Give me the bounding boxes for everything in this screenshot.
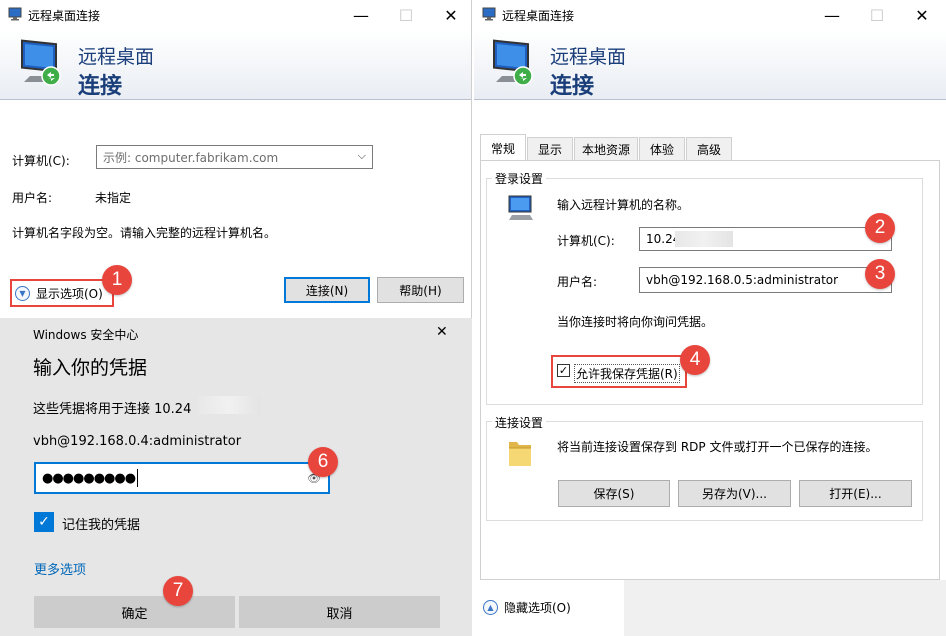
login-intro: 输入远程计算机的名称。 [557, 198, 690, 212]
save-button[interactable]: 保存(S) [558, 480, 670, 507]
text-cursor [137, 469, 139, 487]
right-window-title: 远程桌面连接 [502, 9, 575, 23]
left-title-bar: 远程桌面连接 — ☐ ✕ [0, 0, 471, 30]
cancel-button[interactable]: 取消 [239, 596, 440, 628]
security-title: 输入你的凭据 [33, 357, 148, 379]
right-username-label: 用户名: [557, 275, 598, 289]
tab-advanced[interactable]: 高级 [686, 137, 732, 160]
connection-settings-label: 连接设置 [492, 414, 547, 431]
remember-credentials-checkbox[interactable]: ✓ [34, 512, 54, 532]
login-settings-label: 登录设置 [492, 170, 547, 187]
maximize-icon: ☐ [869, 5, 885, 25]
annotation-badge-3: 3 [865, 259, 895, 289]
left-rdp-window: 远程桌面连接 — ☐ ✕ 远程桌面 连接 计算机(C): 示例: compute… [0, 0, 472, 318]
hide-options-label: 隐藏选项(O) [504, 601, 571, 615]
annotation-badge-1: 1 [102, 265, 132, 295]
close-icon[interactable]: ✕ [899, 0, 945, 30]
chevron-down-icon[interactable]: ⌵ [358, 149, 366, 163]
username-label: 用户名: [12, 191, 53, 205]
credentials-used-for: 这些凭据将用于连接 10.24 [33, 402, 192, 417]
security-close-icon[interactable]: ✕ [436, 324, 448, 340]
right-title-bar: 远程桌面连接 — ☐ ✕ [474, 0, 946, 30]
folder-icon [509, 442, 531, 466]
left-banner: 远程桌面 连接 [0, 30, 471, 100]
annotation-box-4 [551, 355, 687, 388]
account-name: vbh@192.168.0.4:administrator [33, 434, 242, 449]
computer-icon [508, 195, 533, 220]
tab-local-resources[interactable]: 本地资源 [574, 137, 638, 160]
connect-button[interactable]: 连接(N) [284, 277, 370, 303]
computer-label: 计算机(C): [12, 154, 70, 168]
password-field[interactable]: ●●●●●●●●● 👁 [34, 462, 330, 494]
minimize-icon[interactable]: — [809, 0, 855, 30]
hide-options-toggle[interactable]: ▲ 隐藏选项(O) [483, 599, 571, 616]
credentials-prompt-note: 当你连接时将向你询问凭据。 [557, 315, 714, 329]
tab-display[interactable]: 显示 [527, 137, 573, 160]
computer-placeholder: 示例: computer.fabrikam.com [103, 150, 279, 165]
tab-experience[interactable]: 体验 [639, 137, 685, 160]
left-window-title: 远程桌面连接 [28, 9, 101, 23]
right-computer-label: 计算机(C): [557, 234, 615, 248]
tab-general[interactable]: 常规 [480, 134, 526, 161]
redacted-ip-block [198, 396, 260, 414]
right-banner-line2: 连接 [550, 74, 595, 99]
annotation-badge-6: 6 [308, 447, 338, 477]
annotation-badge-4: 4 [680, 345, 710, 375]
save-as-button[interactable]: 另存为(V)... [678, 480, 791, 507]
windows-security-dialog: Windows 安全中心 ✕ 输入你的凭据 这些凭据将用于连接 10.24 vb… [0, 318, 472, 636]
checkmark-icon: ✓ [38, 514, 50, 530]
help-button[interactable]: 帮助(H) [377, 277, 464, 303]
connection-note: 将当前连接设置保存到 RDP 文件或打开一个已保存的连接。 [557, 440, 878, 454]
right-username-field[interactable]: vbh@192.168.0.5:administrator [639, 267, 892, 293]
annotation-box-1 [10, 279, 114, 307]
right-rdp-window: 远程桌面连接 — ☐ ✕ 远程桌面 连接 常规 显示 本地资源 体验 高级 登录… [474, 0, 946, 636]
rdp-banner-icon [493, 39, 533, 86]
right-banner-line1: 远程桌面 [550, 46, 627, 68]
right-username-value: vbh@192.168.0.5:administrator [646, 273, 839, 287]
redacted-ip-block [675, 231, 733, 247]
rdp-app-icon [8, 7, 22, 21]
username-value: 未指定 [95, 191, 132, 205]
close-icon[interactable]: ✕ [428, 0, 471, 30]
password-mask: ●●●●●●●●● [42, 470, 136, 486]
annotation-badge-7: 7 [163, 576, 193, 606]
annotation-badge-2: 2 [865, 213, 895, 243]
minimize-icon[interactable]: — [338, 0, 384, 30]
more-options-link[interactable]: 更多选项 [34, 559, 86, 578]
ok-button[interactable]: 确定 [34, 596, 235, 628]
computer-combobox[interactable]: 示例: computer.fabrikam.com ⌵ [96, 145, 373, 169]
empty-computer-hint: 计算机名字段为空。请输入完整的远程计算机名。 [12, 226, 277, 240]
left-banner-line2: 连接 [78, 74, 123, 99]
rdp-app-icon [482, 7, 496, 21]
rdp-banner-icon [21, 39, 61, 86]
left-banner-line1: 远程桌面 [78, 46, 155, 68]
collapse-circle-icon: ▲ [483, 600, 498, 615]
right-banner: 远程桌面 连接 [474, 30, 946, 100]
maximize-icon: ☐ [398, 5, 414, 25]
security-header: Windows 安全中心 [33, 328, 139, 342]
open-button[interactable]: 打开(E)... [799, 480, 912, 507]
bottom-strip [624, 580, 946, 636]
remember-credentials-label: 记住我的凭据 [62, 518, 141, 533]
